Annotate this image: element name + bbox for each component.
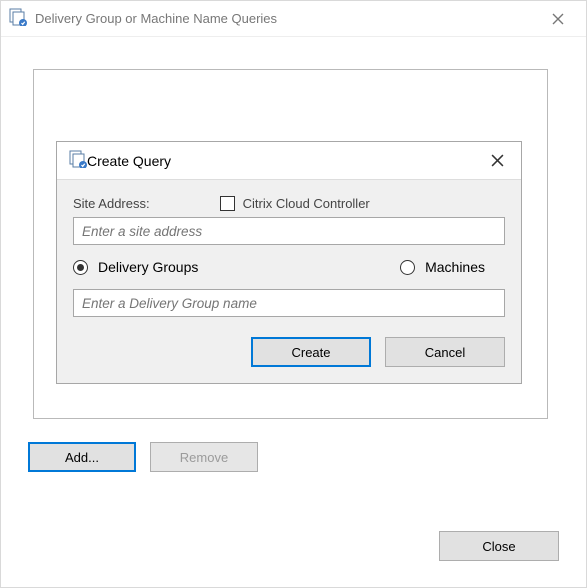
modal-close-button[interactable] — [485, 149, 509, 173]
window-close-button[interactable] — [538, 5, 578, 33]
cloud-controller-checkbox[interactable] — [220, 196, 235, 211]
dialog-buttons-row: Close — [439, 531, 559, 561]
close-icon — [491, 154, 504, 167]
modal-buttons: Create Cancel — [73, 337, 505, 367]
titlebar: Delivery Group or Machine Name Queries — [1, 1, 586, 37]
machines-label: Machines — [425, 259, 485, 275]
add-button[interactable]: Add... — [28, 442, 136, 472]
close-icon — [552, 13, 564, 25]
cancel-button[interactable]: Cancel — [385, 337, 505, 367]
list-buttons-row: Add... Remove — [28, 442, 258, 472]
main-window: Delivery Group or Machine Name Queries A… — [0, 0, 587, 588]
create-button[interactable]: Create — [251, 337, 371, 367]
group-name-input[interactable] — [73, 289, 505, 317]
site-address-input[interactable] — [73, 217, 505, 245]
modal-titlebar: Create Query — [57, 142, 521, 180]
modal-body: Site Address: Citrix Cloud Controller De… — [57, 180, 521, 383]
remove-button: Remove — [150, 442, 258, 472]
modal-title: Create Query — [87, 153, 171, 169]
delivery-groups-label: Delivery Groups — [98, 259, 198, 275]
cloud-controller-label: Citrix Cloud Controller — [243, 196, 370, 211]
query-type-radios: Delivery Groups Machines — [73, 259, 505, 275]
close-button[interactable]: Close — [439, 531, 559, 561]
machines-radio[interactable] — [400, 260, 415, 275]
site-address-label: Site Address: — [73, 196, 150, 211]
modal-icon — [69, 150, 87, 171]
app-icon — [9, 8, 27, 29]
delivery-groups-radio[interactable] — [73, 260, 88, 275]
window-title: Delivery Group or Machine Name Queries — [35, 11, 277, 26]
create-query-dialog: Create Query Site Address: Citrix Cloud … — [56, 141, 522, 384]
